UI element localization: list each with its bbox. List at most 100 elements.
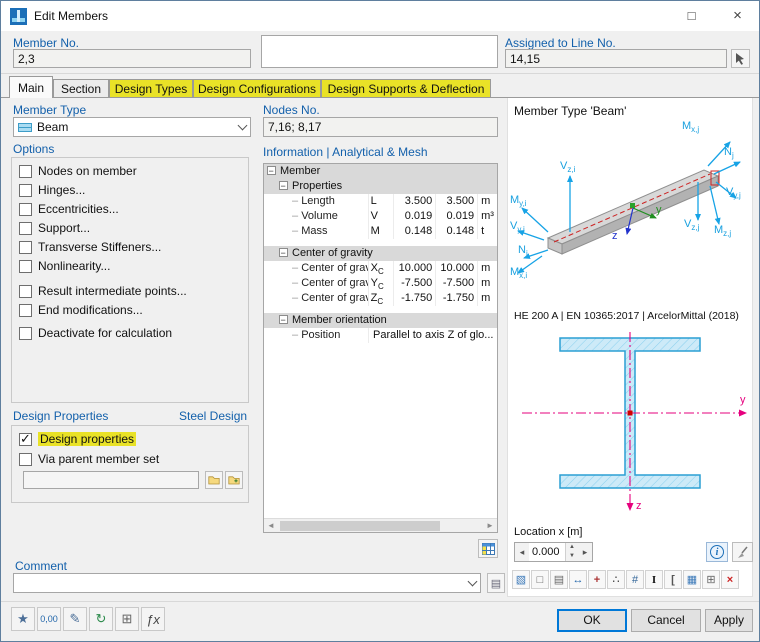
principal-axes-icon[interactable]: + bbox=[588, 570, 606, 589]
open-table-button[interactable] bbox=[478, 539, 498, 558]
comment-combobox[interactable] bbox=[13, 573, 481, 593]
cancel-button[interactable]: Cancel bbox=[631, 609, 701, 632]
checkbox-checked-icon[interactable] bbox=[19, 433, 32, 446]
grid-icon[interactable]: ▦ bbox=[683, 570, 701, 589]
steel-design-label: Steel Design bbox=[179, 409, 247, 423]
checkbox-result-intermediate-points[interactable]: Result intermediate points... bbox=[19, 283, 187, 299]
tab-main[interactable]: Main bbox=[9, 76, 53, 98]
checkbox-via-parent-member-set[interactable]: Via parent member set bbox=[19, 451, 159, 467]
reset-view-icon[interactable]: × bbox=[721, 570, 739, 589]
table-row-mass[interactable]: Mass M 0.148 0.148 t bbox=[264, 224, 497, 239]
render-section-icon[interactable]: ▧ bbox=[512, 570, 530, 589]
table-row-position[interactable]: Position Parallel to axis Z of glo... bbox=[264, 328, 497, 343]
checkbox-icon[interactable] bbox=[19, 285, 32, 298]
checkbox-icon[interactable] bbox=[19, 222, 32, 235]
formula-button[interactable]: ƒx bbox=[141, 607, 165, 631]
horizontal-scrollbar[interactable]: ◄ ► bbox=[264, 518, 497, 532]
checkbox-nonlinearity[interactable]: Nonlinearity... bbox=[19, 258, 110, 274]
scroll-right-icon[interactable]: ► bbox=[483, 521, 497, 530]
step-right-icon[interactable]: ▸ bbox=[578, 543, 592, 561]
table-row-cog-z[interactable]: Center of gravity ZC -1.750 -1.750 m bbox=[264, 291, 497, 306]
tab-design-configurations[interactable]: Design Configurations bbox=[193, 79, 321, 98]
location-x-value[interactable]: 0.000 bbox=[529, 543, 565, 561]
collapse-icon[interactable] bbox=[279, 315, 288, 324]
table-grid-icon bbox=[482, 543, 495, 555]
checkbox-support[interactable]: Support... bbox=[19, 220, 90, 236]
checkbox-icon[interactable] bbox=[19, 260, 32, 273]
new-folder-button[interactable] bbox=[225, 471, 243, 489]
collapse-icon[interactable] bbox=[279, 248, 288, 257]
hatching-icon[interactable]: ▤ bbox=[550, 570, 568, 589]
parent-member-set-input[interactable] bbox=[23, 471, 199, 489]
label-vyj: Vy,j bbox=[726, 186, 741, 200]
calculator-button[interactable]: ⊞ bbox=[115, 607, 139, 631]
checkbox-design-properties[interactable]: Design properties bbox=[19, 431, 136, 447]
refresh-button[interactable]: ↻ bbox=[89, 607, 113, 631]
checkbox-label: Support... bbox=[38, 221, 90, 235]
stress-points-icon[interactable]: ∴ bbox=[607, 570, 625, 589]
table-group-properties[interactable]: Properties bbox=[264, 179, 497, 194]
table-group-center-of-gravity[interactable]: Center of gravity bbox=[264, 246, 497, 261]
comment-label: Comment bbox=[15, 559, 67, 573]
numbering-icon[interactable]: # bbox=[626, 570, 644, 589]
select-lines-button[interactable] bbox=[731, 49, 750, 68]
checkbox-eccentricities[interactable]: Eccentricities... bbox=[19, 201, 119, 217]
checkbox-deactivate-for-calculation[interactable]: Deactivate for calculation bbox=[19, 325, 172, 341]
member-no-input[interactable] bbox=[13, 49, 251, 68]
maximize-icon[interactable]: □ bbox=[669, 1, 714, 30]
table-row-cog-x[interactable]: Center of gravity XC 10.000 10.000 m bbox=[264, 261, 497, 276]
section-info-button[interactable]: i bbox=[706, 542, 728, 562]
comment-presets-button[interactable]: ▤ bbox=[487, 573, 505, 593]
checkbox-end-modifications[interactable]: End modifications... bbox=[19, 302, 143, 318]
scroll-left-icon[interactable]: ◄ bbox=[264, 521, 278, 530]
checkbox-nodes-on-member[interactable]: Nodes on member bbox=[19, 163, 137, 179]
clear-button[interactable] bbox=[732, 542, 753, 562]
scrollbar-thumb[interactable] bbox=[280, 521, 440, 531]
spin-down-icon[interactable]: ▼ bbox=[566, 552, 578, 561]
close-icon[interactable]: × bbox=[715, 1, 760, 30]
section-axis-y-label: y bbox=[740, 394, 746, 406]
outline-icon[interactable]: □ bbox=[531, 570, 549, 589]
member-type-dropdown[interactable]: Beam bbox=[13, 117, 251, 137]
table-group-member[interactable]: Member bbox=[264, 164, 497, 179]
checkbox-icon[interactable] bbox=[19, 165, 32, 178]
table-row-cog-y[interactable]: Center of gravity YC -7.500 -7.500 m bbox=[264, 276, 497, 291]
spin-up-icon[interactable]: ▲ bbox=[566, 543, 578, 552]
members-multi-box[interactable] bbox=[261, 35, 498, 68]
tab-section[interactable]: Section bbox=[53, 79, 109, 98]
collapse-icon[interactable] bbox=[267, 166, 276, 175]
step-left-icon[interactable]: ◂ bbox=[515, 543, 529, 561]
checkbox-hinges[interactable]: Hinges... bbox=[19, 182, 85, 198]
dimensions-icon[interactable]: ↔ bbox=[569, 570, 587, 589]
open-folder-button[interactable] bbox=[205, 471, 223, 489]
table-row-volume[interactable]: Volume V 0.019 0.019 m³ bbox=[264, 209, 497, 224]
beam-type-icon bbox=[18, 122, 32, 133]
label-mxj: Mx,j bbox=[682, 120, 699, 134]
favorites-button[interactable]: ★ bbox=[11, 607, 35, 631]
tab-design-types[interactable]: Design Types bbox=[109, 79, 193, 98]
checkbox-icon[interactable] bbox=[19, 184, 32, 197]
nodes-no-input[interactable] bbox=[263, 117, 498, 137]
tab-design-supports[interactable]: Design Supports & Deflection bbox=[321, 79, 491, 98]
checkbox-icon[interactable] bbox=[19, 327, 32, 340]
ok-button[interactable]: OK bbox=[557, 609, 627, 632]
units-button[interactable]: 0,00 bbox=[37, 607, 61, 631]
table-group-member-orientation[interactable]: Member orientation bbox=[264, 313, 497, 328]
preview-panel: Member Type 'Beam' bbox=[507, 97, 753, 597]
checkbox-icon[interactable] bbox=[19, 453, 32, 466]
location-x-spinner[interactable]: ▲ ▼ bbox=[565, 543, 578, 561]
assigned-line-input[interactable] bbox=[505, 49, 727, 68]
apply-button[interactable]: Apply bbox=[705, 609, 753, 632]
i-profile-icon[interactable]: I bbox=[645, 570, 663, 589]
group-label: Member bbox=[280, 164, 320, 179]
edit-defaults-button[interactable]: ✎ bbox=[63, 607, 87, 631]
checkbox-icon[interactable] bbox=[19, 203, 32, 216]
values-table-icon[interactable]: ⊞ bbox=[702, 570, 720, 589]
checkbox-icon[interactable] bbox=[19, 241, 32, 254]
table-row-length[interactable]: Length L 3.500 3.500 m bbox=[264, 194, 497, 209]
checkbox-icon[interactable] bbox=[19, 304, 32, 317]
part-view-icon[interactable]: [ bbox=[664, 570, 682, 589]
collapse-icon[interactable] bbox=[279, 181, 288, 190]
checkbox-transverse-stiffeners[interactable]: Transverse Stiffeners... bbox=[19, 239, 161, 255]
location-x-stepper[interactable]: ◂ 0.000 ▲ ▼ ▸ bbox=[514, 542, 593, 562]
